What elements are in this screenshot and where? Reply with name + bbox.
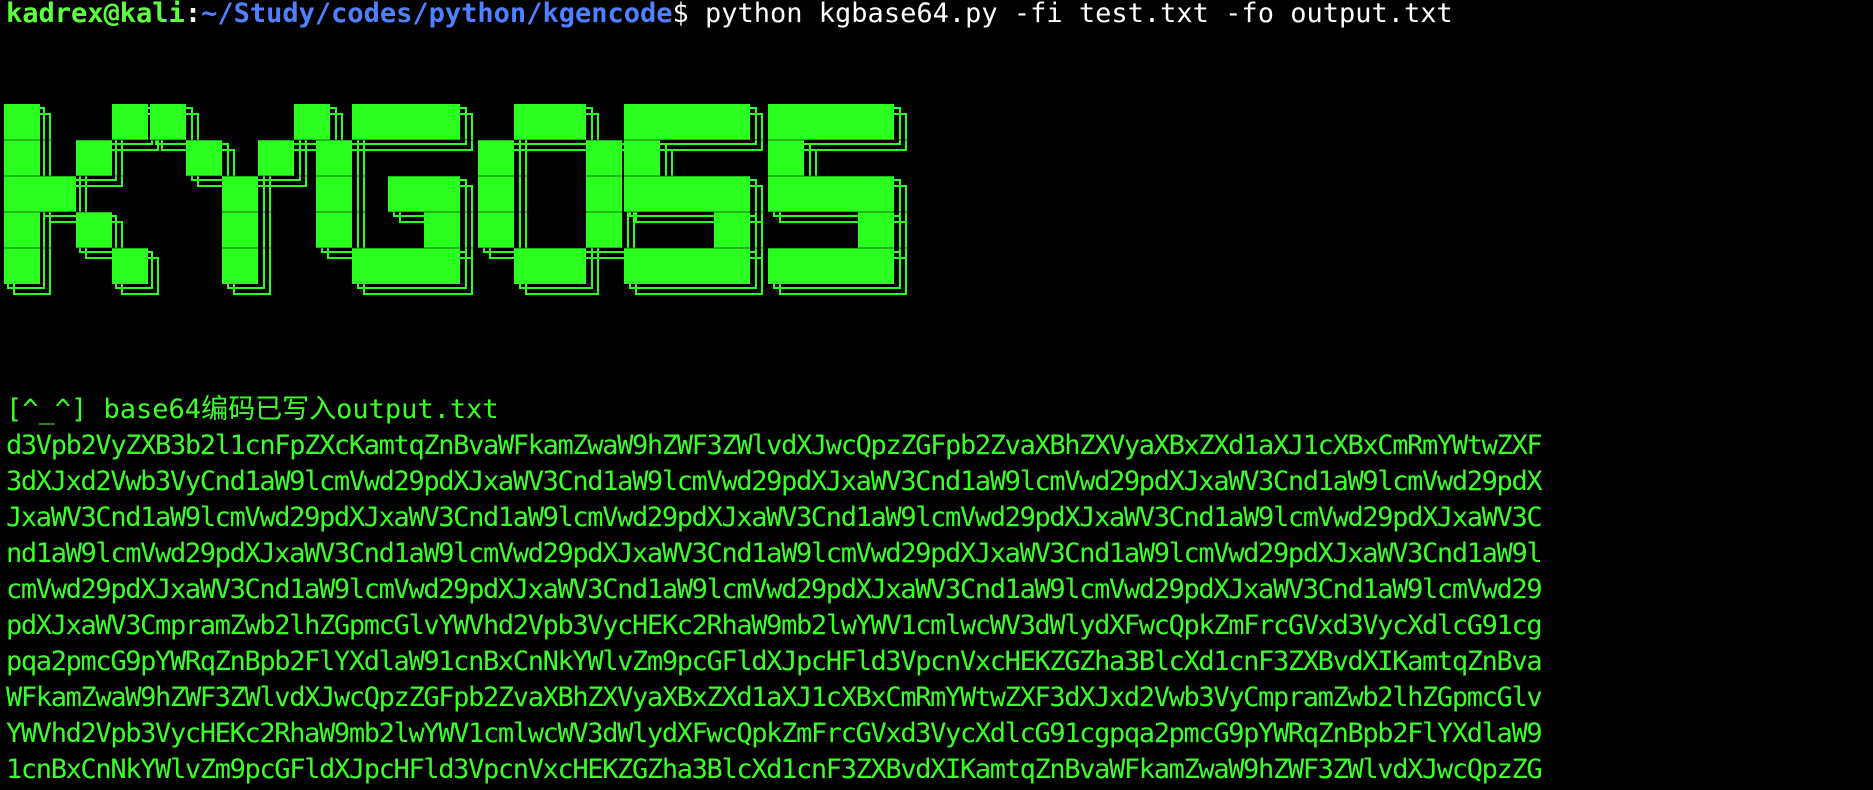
output-line: cmVwd29pdXJxaWV3Cnd1aW9lcmVwd29pdXJxaWV3… [6,574,1543,605]
prompt-separator: : [184,0,202,29]
status-message: [^_^] base64编码已写入output.txt [6,394,499,425]
output-line: pdXJxaWV3CmpramZwb2lhZGpmcGlvYWVhd2Vpb3V… [6,610,1543,641]
prompt-symbol: $ [672,0,689,29]
output-line: YWVhd2Vpb3VycHEKc2RhaW9mb2lwYWV1cmlwcWV3… [6,718,1543,749]
output-line: nd1aW9lcmVwd29pdXJxaWV3Cnd1aW9lcmVwd29pd… [6,538,1543,569]
prompt-user-host: kadrex@kali [6,0,185,29]
output-line: pqa2pmcG9pYWRqZnBpb2FlYXdlaW91cnBxCnNkYW… [6,646,1543,677]
prompt-path: ~/Study/codes/python/kgencode [201,0,673,29]
output-line: d3Vpb2VyZXB3b2l1cnFpZXcKamtqZnBvaWFkamZw… [6,430,1543,461]
output-line: WFkamZwaW9hZWF3ZWlvdXJwcQpzZGFpb2ZvaXBhZ… [6,682,1543,713]
output-line: 3dXJxd2Vwb3VyCnd1aW9lcmVwd29pdXJxaWV3Cnd… [6,466,1543,497]
terminal-window[interactable]: kadrex@kali:~/Study/codes/python/kgencod… [0,0,1873,790]
output-line: 1cnBxCnNkYWlvZm9pcGFldXJpcHFld3VpcnVxcHE… [6,754,1543,785]
command-line: kadrex@kali:~/Study/codes/python/kgencod… [6,0,1453,32]
ascii-banner-logo [0,104,920,295]
output-line: JxaWV3Cnd1aW9lcmVwd29pdXJxaWV3Cnd1aW9lcm… [6,502,1543,533]
command-text: python kgbase64.py -fi test.txt -fo outp… [688,0,1453,29]
